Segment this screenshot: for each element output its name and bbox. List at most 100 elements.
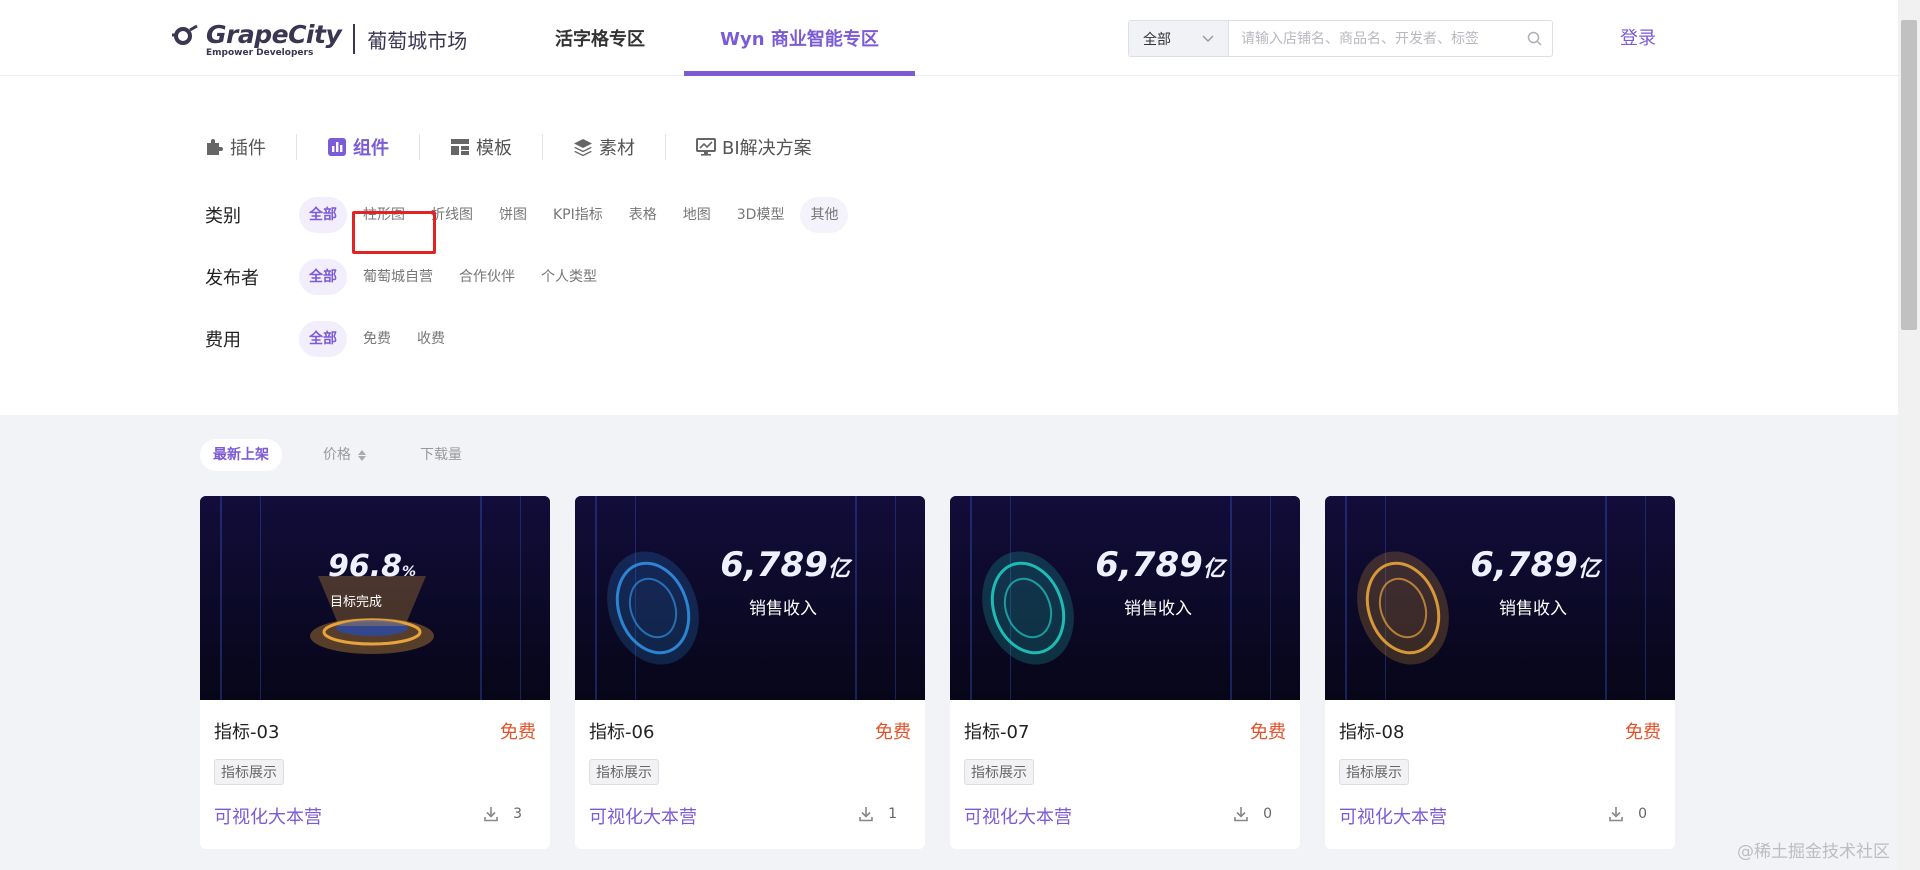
watermark: @稀土掘金技术社区 [1737, 842, 1890, 862]
sort-label: 下载量 [420, 447, 462, 463]
filter-chip-pie-chart[interactable]: 饼图 [489, 197, 537, 233]
scrollbar-thumb[interactable] [1901, 20, 1917, 330]
type-tab-plugins[interactable]: 插件 [204, 134, 296, 160]
nav-tab-huozige[interactable]: 活字格专区 [540, 0, 660, 76]
product-card[interactable]: 6,789亿 销售收入 指标-07 免费 指标展示 可视化大本营 0 [950, 496, 1300, 849]
template-icon [451, 139, 469, 155]
card-title[interactable]: 指标-07 [964, 718, 1029, 744]
filter-chip-free[interactable]: 免费 [353, 321, 401, 357]
card-tag[interactable]: 指标展示 [964, 759, 1034, 785]
nav-tab-wyn[interactable]: Wyn 商业智能专区 [684, 0, 915, 76]
type-tab-label: 素材 [599, 138, 635, 159]
product-card[interactable]: 6,789亿 销售收入 指标-08 免费 指标展示 可视化大本营 0 [1325, 496, 1675, 849]
logo-divider [353, 24, 356, 54]
download-icon [484, 807, 498, 822]
card-tag[interactable]: 指标展示 [214, 759, 284, 785]
card-title[interactable]: 指标-06 [589, 718, 654, 744]
monitor-chart-icon [696, 138, 716, 156]
download-icon [1609, 807, 1623, 822]
card-tag[interactable]: 指标展示 [589, 759, 659, 785]
search-input[interactable] [1229, 21, 1516, 56]
logo[interactable]: GrapeCity Empower Developers 葡萄城市场 [170, 18, 467, 60]
filter-chip-3d-model[interactable]: 3D模型 [727, 197, 795, 233]
filter-row-category: 类别 全部 柱形图 折线图 饼图 KPI指标 表格 地图 3D模型 其他 [205, 196, 854, 234]
card-body: 指标-07 免费 指标展示 可视化大本营 0 [950, 700, 1300, 849]
logo-market-name: 葡萄城市场 [367, 28, 468, 53]
login-link[interactable]: 登录 [1620, 24, 1656, 50]
filter-label: 发布者 [205, 268, 259, 289]
search-scope-select[interactable]: 全部 [1129, 21, 1229, 56]
card-body: 指标-06 免费 指标展示 可视化大本营 1 [575, 700, 925, 849]
filter-chip-other[interactable]: 其他 [800, 197, 849, 233]
filter-chip-paid[interactable]: 收费 [407, 321, 455, 357]
type-tab-bi-solutions[interactable]: BI解决方案 [665, 134, 842, 160]
filter-row-fee: 费用 全部 免费 收费 [205, 320, 461, 358]
sort-label: 价格 [323, 447, 351, 463]
card-author-link[interactable]: 可视化大本营 [589, 803, 697, 829]
card-author-link[interactable]: 可视化大本营 [214, 803, 322, 829]
grape-logo-icon [172, 24, 198, 45]
filter-chip-all[interactable]: 全部 [299, 259, 347, 295]
download-count: 0 [1263, 806, 1272, 822]
layers-icon [574, 139, 592, 157]
card-thumbnail: 6,789亿 销售收入 [575, 496, 925, 700]
filter-chip-line-chart[interactable]: 折线图 [421, 197, 483, 233]
filter-chip-kpi[interactable]: KPI指标 [543, 197, 613, 233]
nav-tab-label: Wyn 商业智能专区 [720, 29, 879, 50]
card-title[interactable]: 指标-08 [1339, 718, 1404, 744]
type-tab-templates[interactable]: 模板 [419, 134, 542, 160]
search-icon [1527, 31, 1542, 46]
filter-panel: 插件 组件 模板 素材 BI解决方案 类别 全部 柱形图 折线图 饼图 KPI指… [0, 77, 1898, 415]
filter-chip-all[interactable]: 全部 [299, 197, 347, 233]
type-tab-label: 插件 [230, 138, 266, 159]
product-card[interactable]: 6,789亿 销售收入 指标-06 免费 指标展示 可视化大本营 1 [575, 496, 925, 849]
download-count: 1 [888, 806, 897, 822]
type-tab-label: BI解决方案 [722, 138, 812, 159]
filter-chip-all[interactable]: 全部 [299, 321, 347, 357]
chevron-down-icon [1202, 35, 1214, 42]
card-tag[interactable]: 指标展示 [1339, 759, 1409, 785]
card-author-link[interactable]: 可视化大本营 [964, 803, 1072, 829]
filter-chip-individual[interactable]: 个人类型 [531, 259, 607, 295]
sort-bar: 最新上架 价格 下载量 [200, 439, 503, 471]
filter-chip-table[interactable]: 表格 [619, 197, 667, 233]
type-tab-assets[interactable]: 素材 [542, 134, 665, 160]
product-card[interactable]: 96.8% 目标完成 指标-03 免费 指标展示 可视化大本营 3 [200, 496, 550, 849]
card-downloads: 0 [1233, 806, 1272, 822]
sort-label: 最新上架 [213, 447, 269, 463]
card-price: 免费 [500, 722, 536, 743]
logo-mark: GrapeCity Empower Developers [170, 20, 342, 58]
card-price: 免费 [1625, 722, 1661, 743]
card-author-link[interactable]: 可视化大本营 [1339, 803, 1447, 829]
page-scrollbar[interactable] [1898, 0, 1920, 870]
card-title[interactable]: 指标-03 [214, 718, 279, 744]
download-count: 0 [1638, 806, 1647, 822]
sort-price[interactable]: 价格 [310, 439, 379, 471]
search-button[interactable] [1516, 21, 1552, 56]
nav-tab-label: 活字格专区 [555, 29, 645, 50]
logo-brand: GrapeCity [206, 20, 342, 49]
card-downloads: 3 [483, 806, 522, 822]
filter-row-publisher: 发布者 全部 葡萄城自营 合作伙伴 个人类型 [205, 258, 613, 296]
type-tab-label: 模板 [476, 138, 512, 159]
card-downloads: 1 [858, 806, 897, 822]
search-bar: 全部 [1128, 20, 1553, 57]
card-thumbnail: 96.8% 目标完成 [200, 496, 550, 700]
sort-downloads[interactable]: 下载量 [407, 439, 475, 471]
logo-tagline: Empower Developers [206, 48, 314, 58]
filter-chip-bar-chart[interactable]: 柱形图 [353, 197, 415, 233]
type-tab-components[interactable]: 组件 [296, 134, 419, 160]
sort-newest[interactable]: 最新上架 [200, 439, 282, 471]
search-scope-value: 全部 [1143, 31, 1171, 48]
thumb-caption: 销售收入 [1124, 599, 1192, 619]
filter-chip-partner[interactable]: 合作伙伴 [449, 259, 525, 295]
thumb-caption: 销售收入 [749, 599, 817, 619]
card-body: 指标-03 免费 指标展示 可视化大本营 3 [200, 700, 550, 849]
sort-arrows-icon [358, 449, 366, 461]
download-icon [859, 807, 873, 822]
type-tab-label: 组件 [353, 138, 389, 159]
filter-label: 类别 [205, 206, 241, 227]
filter-chip-grapecity-own[interactable]: 葡萄城自营 [353, 259, 443, 295]
filter-chip-map[interactable]: 地图 [673, 197, 721, 233]
card-downloads: 0 [1608, 806, 1647, 822]
